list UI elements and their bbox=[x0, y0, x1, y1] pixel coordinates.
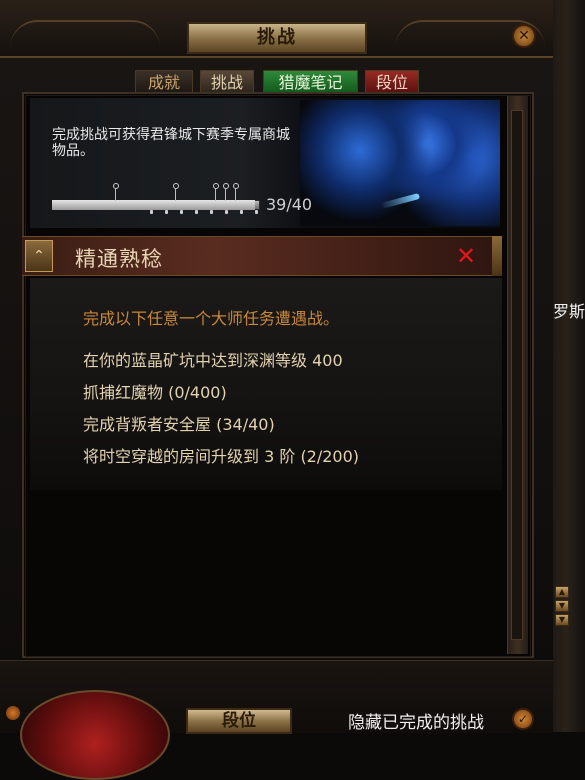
reward-armor-art bbox=[300, 100, 500, 226]
progress-tick bbox=[210, 210, 213, 214]
milestone-marker-icon bbox=[222, 183, 230, 201]
orb-gem-icon bbox=[6, 706, 20, 720]
side-arrow-down-icon[interactable]: ▼ bbox=[555, 600, 569, 612]
tab-tier[interactable]: 段位 bbox=[365, 70, 419, 93]
side-arrow-down2-icon[interactable]: ▼ bbox=[555, 614, 569, 626]
challenge-progress-fill bbox=[52, 200, 255, 210]
progress-tick bbox=[225, 210, 228, 214]
progress-tick bbox=[180, 210, 183, 214]
window-title: 挑战 bbox=[187, 22, 367, 54]
hide-completed-toggle[interactable]: ✓ bbox=[512, 708, 534, 730]
side-partial-text: 罗斯 bbox=[553, 302, 585, 321]
tab-achievements[interactable]: 成就 bbox=[135, 70, 193, 93]
banner-description: 完成挑战可获得君锋城下赛季专属商城物品。 bbox=[52, 127, 290, 159]
milestone-marker-icon bbox=[112, 183, 120, 201]
hide-completed-label: 隐藏已完成的挑战 bbox=[348, 713, 484, 733]
tab-challenges[interactable]: 挑战 bbox=[200, 70, 254, 93]
progress-tick bbox=[150, 210, 153, 214]
task-item: 在你的蓝晶矿坑中达到深渊等级 400 bbox=[83, 351, 343, 370]
tier-button[interactable]: 段位 bbox=[186, 708, 292, 734]
progress-tick bbox=[255, 210, 258, 214]
challenge-incomplete-x-icon: ✕ bbox=[455, 242, 477, 270]
milestone-marker-icon bbox=[232, 183, 240, 201]
milestone-marker-icon bbox=[212, 183, 220, 201]
window-close-button[interactable]: ✕ bbox=[512, 24, 536, 48]
header-end-cap bbox=[492, 236, 502, 276]
task-item: 完成背叛者安全屋 (34/40) bbox=[83, 415, 275, 434]
task-item: 抓捕红魔物 (0/400) bbox=[83, 383, 227, 402]
collapse-chevron-icon[interactable]: ⌃ bbox=[25, 240, 53, 272]
ornament-left bbox=[10, 20, 160, 48]
task-item: 将时空穿越的房间升级到 3 阶 (2/200) bbox=[83, 447, 360, 466]
side-arrow-up-icon[interactable]: ▲ bbox=[555, 586, 569, 598]
tab-bestiary-notes[interactable]: 猎魔笔记 bbox=[263, 70, 358, 93]
progress-tick bbox=[165, 210, 168, 214]
progress-tick bbox=[240, 210, 243, 214]
scrollbar-thumb[interactable] bbox=[511, 110, 523, 640]
challenge-intro: 完成以下任意一个大师任务遭遇战。 bbox=[83, 309, 340, 328]
challenge-title: 精通熟稔 bbox=[75, 247, 163, 271]
challenge-progress-label: 39/40 bbox=[266, 195, 313, 214]
progress-tick bbox=[195, 210, 198, 214]
milestone-marker-icon bbox=[172, 183, 180, 201]
life-orb bbox=[20, 690, 170, 780]
